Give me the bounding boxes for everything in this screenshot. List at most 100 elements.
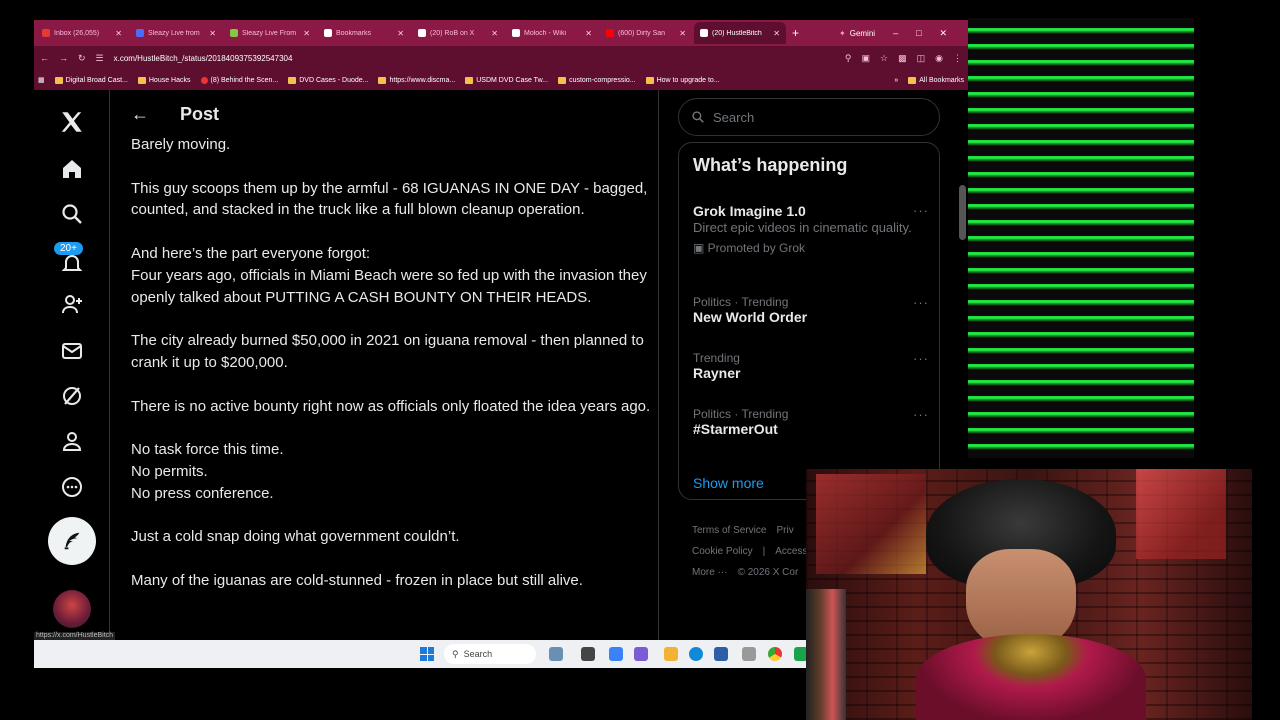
all-bookmarks-folder[interactable]: All Bookmarks bbox=[908, 76, 964, 84]
tab-close-icon[interactable]: ✕ bbox=[303, 29, 310, 38]
home-icon[interactable] bbox=[56, 153, 88, 185]
post-paragraph: The city already burned $50,000 in 2021 … bbox=[131, 330, 651, 374]
bookmark-item[interactable]: How to upgrade to... bbox=[645, 76, 720, 84]
teams-icon[interactable] bbox=[634, 647, 648, 661]
footer-link[interactable]: More ··· bbox=[692, 567, 728, 578]
compose-post-button[interactable] bbox=[48, 517, 96, 565]
windows-taskbar: ⚲ Search bbox=[34, 640, 808, 668]
profile-person-icon[interactable] bbox=[56, 425, 88, 457]
grok-icon[interactable] bbox=[56, 380, 88, 412]
reload-icon[interactable]: ↻ bbox=[78, 53, 86, 64]
gemini-button[interactable]: ✦ Gemini bbox=[839, 29, 875, 38]
minimize-icon[interactable]: – bbox=[893, 28, 898, 38]
trend-more-icon[interactable]: ··· bbox=[913, 407, 929, 422]
trend-item[interactable]: Trending Rayner ··· bbox=[693, 351, 929, 381]
tab-close-icon[interactable]: ✕ bbox=[397, 29, 404, 38]
tab-title: Bookmarks bbox=[336, 29, 372, 37]
browser-tab[interactable]: (20) RoB on X ✕ bbox=[412, 22, 504, 44]
more-circle-icon[interactable] bbox=[56, 471, 88, 503]
bookmark-item[interactable]: Digital Broad Cast... bbox=[54, 76, 128, 84]
trend-item[interactable]: Politics · Trending New World Order ··· bbox=[693, 295, 929, 325]
post-paragraph: This guy scoops them up by the armful - … bbox=[131, 178, 651, 222]
browser-tab[interactable]: Sleazy Live From ✕ bbox=[224, 22, 316, 44]
chrome-icon[interactable] bbox=[768, 647, 782, 661]
task-view-icon[interactable] bbox=[549, 647, 563, 661]
bookmark-label: USDM DVD Case Tw... bbox=[476, 76, 549, 84]
trend-category: Trending bbox=[693, 351, 740, 365]
tab-bar: Inbox (26,055) ✕ Sleazy Live from ✕ Sleazy L… bbox=[34, 20, 968, 46]
tab-close-icon[interactable]: ✕ bbox=[773, 29, 780, 38]
extensions-icon[interactable]: ▩ bbox=[898, 53, 907, 64]
profile-icon[interactable]: ◉ bbox=[935, 53, 943, 64]
trend-item[interactable]: Politics · Trending #StarmerOut ··· bbox=[693, 407, 929, 437]
footer-link[interactable]: © 2026 X Cor bbox=[738, 567, 799, 578]
taskbar-search[interactable]: ⚲ Search bbox=[444, 644, 536, 664]
account-avatar[interactable] bbox=[53, 590, 91, 628]
tab-close-icon[interactable]: ✕ bbox=[209, 29, 216, 38]
bookmark-item[interactable]: USDM DVD Case Tw... bbox=[465, 76, 549, 84]
apps-grid-icon[interactable]: ▦ bbox=[38, 76, 45, 84]
browser-tab[interactable]: (20) HustleBitch ✕ bbox=[694, 22, 786, 44]
page-scrollbar[interactable] bbox=[959, 185, 966, 240]
forward-nav-icon[interactable]: → bbox=[59, 53, 68, 63]
footer-link[interactable]: Priv bbox=[776, 525, 793, 536]
footer-link[interactable]: | bbox=[763, 546, 766, 557]
browser-tab[interactable]: Inbox (26,055) ✕ bbox=[36, 22, 128, 44]
notifications-badge: 20+ bbox=[54, 242, 83, 255]
x-logo-icon[interactable] bbox=[56, 106, 88, 138]
menu-kebab-icon[interactable]: ⋮ bbox=[953, 53, 962, 64]
tab-close-icon[interactable]: ✕ bbox=[679, 29, 686, 38]
back-nav-icon[interactable]: ← bbox=[40, 53, 49, 63]
show-more-link[interactable]: Show more bbox=[693, 475, 764, 491]
trend-item[interactable]: Grok Imagine 1.0 Direct epic videos in ci… bbox=[693, 203, 929, 255]
copilot-icon[interactable] bbox=[609, 647, 623, 661]
windows-start-icon[interactable] bbox=[420, 647, 434, 661]
follow-people-icon[interactable] bbox=[56, 288, 88, 320]
bookmark-item[interactable]: https://www.discma... bbox=[378, 76, 455, 84]
trend-more-icon[interactable]: ··· bbox=[913, 203, 929, 218]
messages-mail-icon[interactable] bbox=[56, 335, 88, 367]
terminal-icon[interactable] bbox=[581, 647, 595, 661]
tab-close-icon[interactable]: ✕ bbox=[585, 29, 592, 38]
bookmark-item[interactable]: House Hacks bbox=[137, 76, 191, 84]
site-info-icon[interactable]: ☰ bbox=[96, 53, 104, 64]
gemini-label: Gemini bbox=[849, 28, 876, 38]
browser-tab[interactable]: (600) Dirty San ✕ bbox=[600, 22, 692, 44]
post-line: Just a cold snap doing what government c… bbox=[131, 528, 460, 546]
close-window-icon[interactable]: ✕ bbox=[940, 28, 948, 39]
footer-link[interactable]: Access bbox=[775, 546, 807, 557]
address-input[interactable]: x.com/HustleBitch_/status/20184093753925… bbox=[114, 54, 835, 63]
left-nav: 20+ bbox=[34, 90, 110, 640]
chevron-more-icon[interactable]: » bbox=[894, 77, 898, 84]
store-icon[interactable] bbox=[714, 647, 728, 661]
bookmark-item[interactable]: DVD Cases - Duode... bbox=[288, 76, 368, 84]
search-input[interactable]: Search bbox=[678, 98, 940, 136]
new-tab-icon[interactable]: + bbox=[792, 26, 799, 40]
edge-icon[interactable] bbox=[689, 647, 703, 661]
zoom-icon[interactable]: ⚲ bbox=[845, 53, 852, 64]
trend-more-icon[interactable]: ··· bbox=[913, 351, 929, 366]
bookmark-label: How to upgrade to... bbox=[656, 76, 720, 84]
tab-close-icon[interactable]: ✕ bbox=[115, 29, 122, 38]
post-line: Many of the iguanas are cold-stunned - f… bbox=[131, 571, 583, 589]
file-explorer-icon[interactable] bbox=[664, 647, 678, 661]
explore-search-icon[interactable] bbox=[56, 198, 88, 230]
sidebar-icon[interactable]: ◫ bbox=[917, 53, 926, 64]
browser-tab[interactable]: Moloch - Wiki ✕ bbox=[506, 22, 598, 44]
tab-title: (20) HustleBitch bbox=[712, 29, 762, 37]
bookmark-item[interactable]: custom-compressio... bbox=[558, 76, 636, 84]
settings-gear-icon[interactable] bbox=[742, 647, 756, 661]
maximize-icon[interactable]: □ bbox=[916, 28, 921, 38]
footer-link[interactable]: Cookie Policy bbox=[692, 546, 753, 557]
footer-link[interactable]: Terms of Service bbox=[692, 525, 766, 536]
post-line: This guy scoops them up by the armful - … bbox=[131, 179, 648, 219]
bookmark-star-icon[interactable]: ☆ bbox=[880, 53, 888, 64]
tab-close-icon[interactable]: ✕ bbox=[491, 29, 498, 38]
folder-icon bbox=[465, 76, 474, 84]
cast-icon[interactable]: ▣ bbox=[862, 53, 871, 64]
bookmark-item[interactable]: (8) Behind the Scen... bbox=[200, 76, 278, 84]
back-arrow-icon[interactable]: ← bbox=[131, 104, 153, 125]
trend-more-icon[interactable]: ··· bbox=[913, 295, 929, 310]
browser-tab[interactable]: Sleazy Live from ✕ bbox=[130, 22, 222, 44]
browser-tab[interactable]: Bookmarks ✕ bbox=[318, 22, 410, 44]
